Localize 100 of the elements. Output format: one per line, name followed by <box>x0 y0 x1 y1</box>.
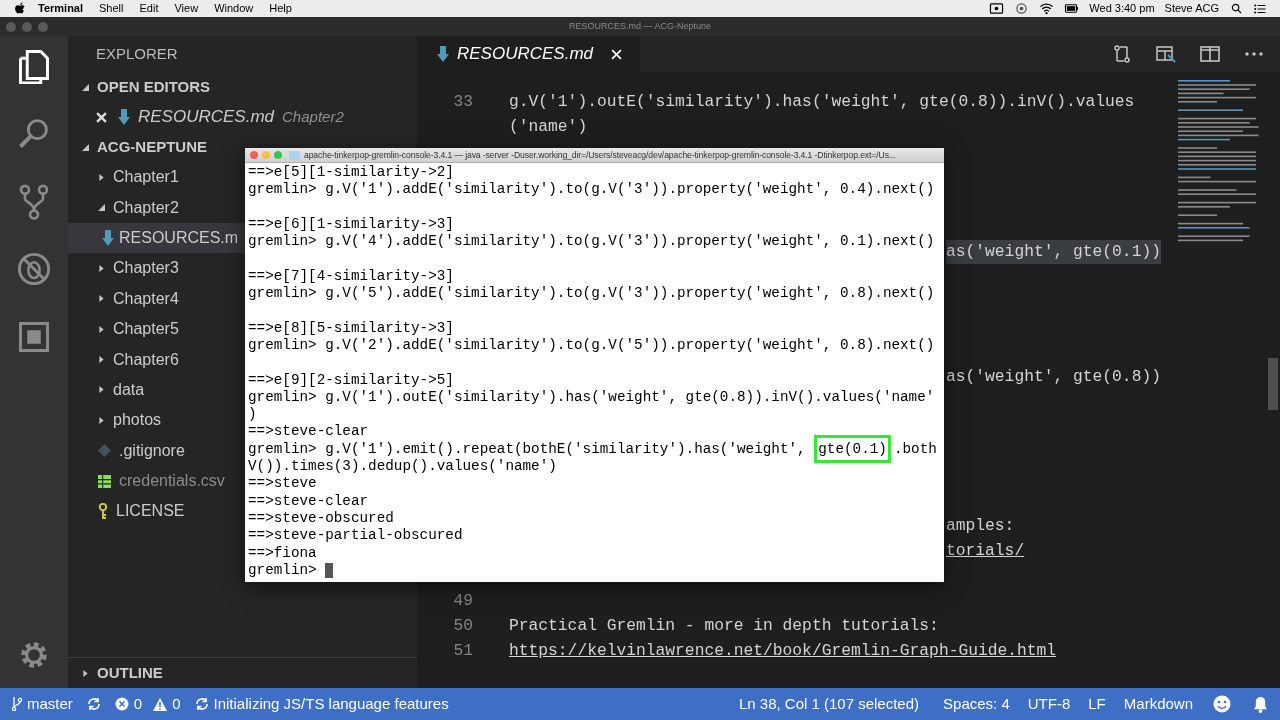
terminal-text: ==>e[7][4-similarity->3] <box>248 267 454 286</box>
problems-status[interactable]: 0 0 <box>114 692 181 716</box>
tree-item[interactable]: Chapter5 <box>68 313 245 345</box>
menu-item[interactable]: Shell <box>99 0 124 17</box>
sync-icon <box>86 697 101 711</box>
sync-button[interactable] <box>86 697 101 711</box>
crossed-bug-icon[interactable] <box>16 250 52 288</box>
terminal-text: ==>fiona <box>248 544 317 562</box>
indentation-status[interactable]: Spaces: 4 <box>943 692 1010 716</box>
code-text: ('name') <box>509 116 588 139</box>
code-text: amples: <box>946 515 1015 538</box>
sidebar-title: EXPLORER <box>95 43 179 64</box>
collapsed-caret-icon[interactable] <box>98 295 105 303</box>
menu-item[interactable]: View <box>174 0 199 17</box>
terminal-text: ==>steve <box>248 475 317 493</box>
user-name[interactable]: Steve ACG <box>1164 0 1219 17</box>
tree-item[interactable]: Chapter3 <box>68 253 245 284</box>
terminal-text: ==>steve-partial-obscured <box>248 527 463 545</box>
tree-item[interactable]: RESOURCES.m <box>68 222 245 254</box>
file-name: RESOURCES.md <box>138 106 275 129</box>
code-text: g.V('1').outE('similarity').has('weight', gte(0.8)).inV().values <box>509 91 1135 114</box>
down-arrow-icon <box>437 46 449 62</box>
menu-item[interactable]: Edit <box>139 0 159 17</box>
terminal-text: gremlin> g.V('4').addE('similarity').to(g.V('3')).property('weight', 0.1).next() <box>248 233 935 251</box>
collapsed-caret-icon[interactable] <box>98 416 105 424</box>
line-number: 50 <box>452 615 473 638</box>
collapsed-caret-icon[interactable] <box>98 356 105 364</box>
line-number: 49 <box>452 590 473 613</box>
list-icon[interactable] <box>1254 3 1266 14</box>
branch-status[interactable]: master <box>12 692 73 716</box>
section-header[interactable]: OUTLINE <box>68 658 163 688</box>
encoding-status[interactable]: UTF-8 <box>1027 692 1071 716</box>
terminal-text: V()).times(3).dedup().values('name') <box>248 458 557 476</box>
collapsed-caret-icon[interactable] <box>98 386 105 394</box>
tree-item[interactable]: LICENSE <box>68 496 245 527</box>
split-editor-icon[interactable] <box>1200 44 1220 64</box>
down-arrow-icon <box>118 109 130 125</box>
expanded-caret-icon[interactable] <box>82 83 89 91</box>
app-menu[interactable]: Terminal <box>38 0 84 17</box>
terminal-text: gremlin> g.V('5').addE('similarity').to(g.V('3')).property('weight', 0.8).next() <box>248 285 935 303</box>
bell-icon[interactable] <box>1253 695 1268 713</box>
terminal-text: ==>steve-clear <box>248 492 369 510</box>
tree-item[interactable]: Chapter6 <box>68 344 245 375</box>
language-service-status: Initializing JS/TS language features <box>194 692 449 716</box>
branch-icon <box>12 697 22 711</box>
smiley-icon[interactable] <box>1213 695 1231 713</box>
line-ending-status[interactable]: LF <box>1088 692 1106 716</box>
tree-item[interactable]: Chapter4 <box>68 283 245 314</box>
code-text: as('weight', gte(0.8)) <box>946 365 1161 388</box>
terminal-text: gremlin> g.V('1').addE('similarity').to(g.V('3')).property('weight', 0.4).next() <box>248 181 935 199</box>
collapsed-caret-icon[interactable] <box>98 325 105 333</box>
link[interactable]: torials/ <box>946 539 1025 564</box>
terminal-text: gremlin> <box>248 561 318 580</box>
menu-item[interactable]: Help <box>269 0 292 17</box>
compare-icon[interactable] <box>1112 44 1132 64</box>
tree-item[interactable]: credentials.csv <box>68 465 245 497</box>
terminal-text: ==>e[9][2-similarity->5] <box>248 371 454 389</box>
section-header[interactable]: ACG-NEPTUNE <box>68 132 207 162</box>
battery-icon <box>1064 2 1080 15</box>
terminal-text: .both <box>893 440 937 459</box>
key-icon <box>98 503 108 520</box>
warning-icon <box>153 697 168 711</box>
menu-item[interactable]: Window <box>214 0 254 17</box>
sync-icon <box>194 697 209 711</box>
table-icon <box>98 474 111 488</box>
terminal-text: gremlin> g.V('1').emit().repeat(bothE('similarity').has('weight', <box>248 440 807 459</box>
open-editor-item[interactable]: RESOURCES.md Chapter2 <box>68 102 417 132</box>
collapsed-caret-icon[interactable] <box>98 264 105 272</box>
terminal-text: ==>e[8][5-similarity->3] <box>248 319 454 337</box>
window-title: RESOURCES.md — ACG-Neptune <box>568 19 711 33</box>
tree-item[interactable]: Chapter1 <box>68 162 245 193</box>
clock-text: Wed 3:40 pm <box>1089 1 1155 17</box>
cursor-position[interactable]: Ln 38, Col 1 (107 selected) <box>738 692 920 716</box>
tree-item[interactable]: .gitignore <box>68 435 245 466</box>
expanded-caret-icon[interactable] <box>98 204 105 212</box>
tree-item[interactable]: photos <box>68 405 245 436</box>
tree-item[interactable]: Chapter2 <box>68 192 245 223</box>
section-header[interactable]: OPEN EDITORS <box>68 72 211 102</box>
apple-logo-icon <box>14 2 26 15</box>
folder-name: Chapter2 <box>282 106 344 127</box>
down-arrow-icon <box>102 229 114 246</box>
line-number: 51 <box>452 640 473 663</box>
diamond-icon <box>98 444 111 458</box>
line-number: 33 <box>452 91 473 114</box>
expanded-caret-icon[interactable] <box>82 143 89 151</box>
link[interactable]: https://kelvinlawrence.net/book/Gremlin-Graph-Guide.html <box>509 639 1057 664</box>
terminal-text: ==>steve-clear <box>248 423 369 441</box>
terminal-text: gremlin> g.V('1').outE('similarity').has('weight', gte(0.8)).inV().values('name' <box>248 388 935 407</box>
collapsed-caret-icon[interactable] <box>82 669 89 677</box>
close-icon[interactable] <box>96 111 107 123</box>
collapsed-caret-icon[interactable] <box>98 173 105 181</box>
terminal-text: ==>e[5][1-similarity->2] <box>248 164 454 182</box>
language-status[interactable]: Markdown <box>1123 692 1193 716</box>
terminal-text: ) <box>248 406 257 424</box>
editor-tab[interactable]: RESOURCES.md <box>417 36 640 72</box>
terminal-text: ==>steve-obscured <box>248 509 394 528</box>
terminal-text: ==>e[6][1-similarity->3] <box>248 215 454 234</box>
preview-icon[interactable] <box>1156 44 1176 64</box>
search-icon[interactable] <box>1231 3 1242 14</box>
tree-item[interactable]: data <box>68 374 245 406</box>
